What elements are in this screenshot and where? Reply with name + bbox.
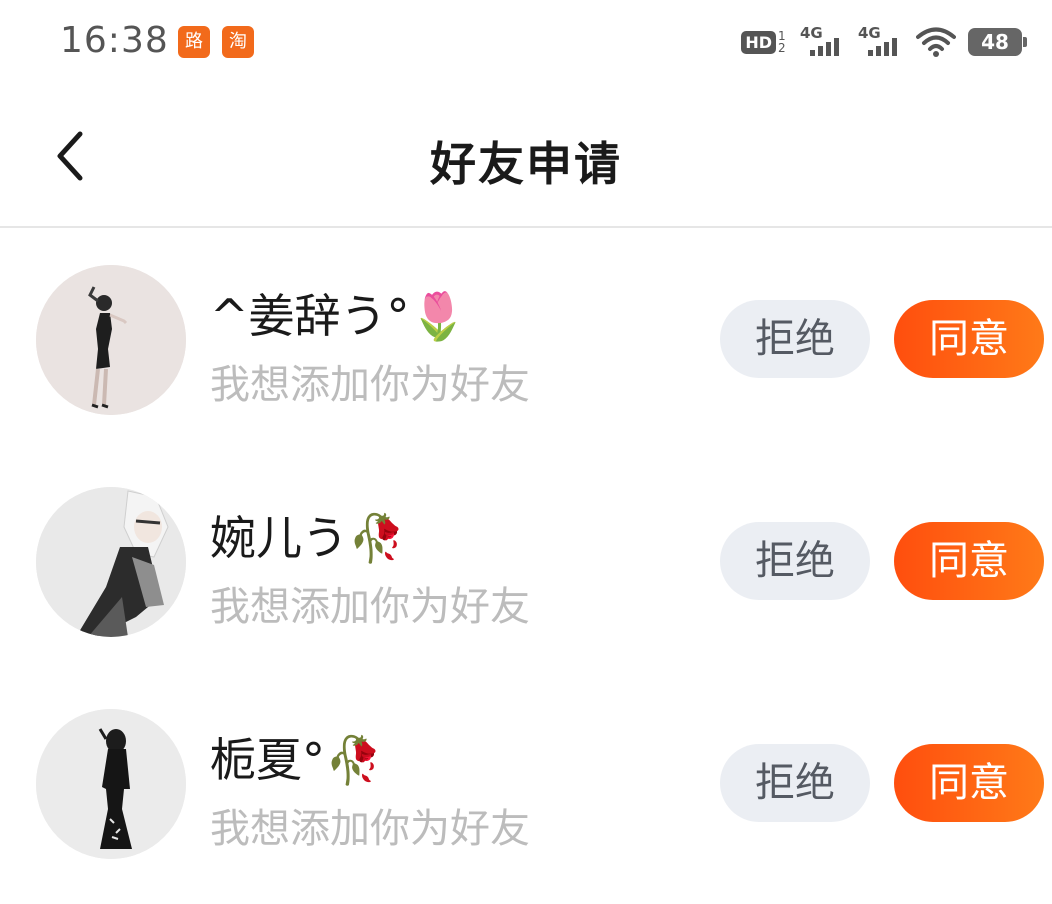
battery-icon: 48 [968,28,1027,56]
signal-icon: 4G [858,24,904,60]
system-icons: HD 1 2 4G 4G 48 [741,22,1027,62]
request-message: 我想添加你为好友 [210,584,530,630]
requester-name: ^姜辞う°🌷 [210,289,467,343]
request-message: 我想添加你为好友 [210,362,530,408]
accept-button[interactable]: 同意 [894,744,1044,822]
hd-label: HD [741,30,776,54]
hd-sub-label: 1 2 [778,29,786,55]
friend-request-list: ^姜辞う°🌷 我想添加你为好友 拒绝 同意 婉儿う🥀 我想添加你为好友 拒绝 同… [0,228,1052,894]
taobao-app-icon: 淘 [222,26,254,58]
avatar[interactable] [36,709,186,859]
page-title: 好友申请 [430,137,622,191]
request-message: 我想添加你为好友 [210,806,530,852]
notification-app-icon: 路 [178,26,210,58]
signal-icon: 4G [800,24,846,60]
requester-name: 栀夏°🥀 [210,733,383,787]
wifi-icon [916,27,956,57]
friend-request-item: ^姜辞う°🌷 我想添加你为好友 拒绝 同意 [0,228,1052,450]
friend-request-item: 婉儿う🥀 我想添加你为好友 拒绝 同意 [0,450,1052,672]
requester-name: 婉儿う🥀 [210,511,406,565]
status-time: 16:38 [60,20,169,61]
reject-button[interactable]: 拒绝 [720,744,870,822]
hd-voice-icon: HD 1 2 [741,30,788,54]
accept-button[interactable]: 同意 [894,300,1044,378]
avatar[interactable] [36,487,186,637]
reject-button[interactable]: 拒绝 [720,522,870,600]
avatar[interactable] [36,265,186,415]
accept-button[interactable]: 同意 [894,522,1044,600]
friend-request-item: 栀夏°🥀 我想添加你为好友 拒绝 同意 [0,672,1052,894]
status-bar: 16:38 路 淘 HD 1 2 4G 4G 48 [0,0,1052,84]
header-bar: 好友申请 [0,84,1052,228]
reject-button[interactable]: 拒绝 [720,300,870,378]
